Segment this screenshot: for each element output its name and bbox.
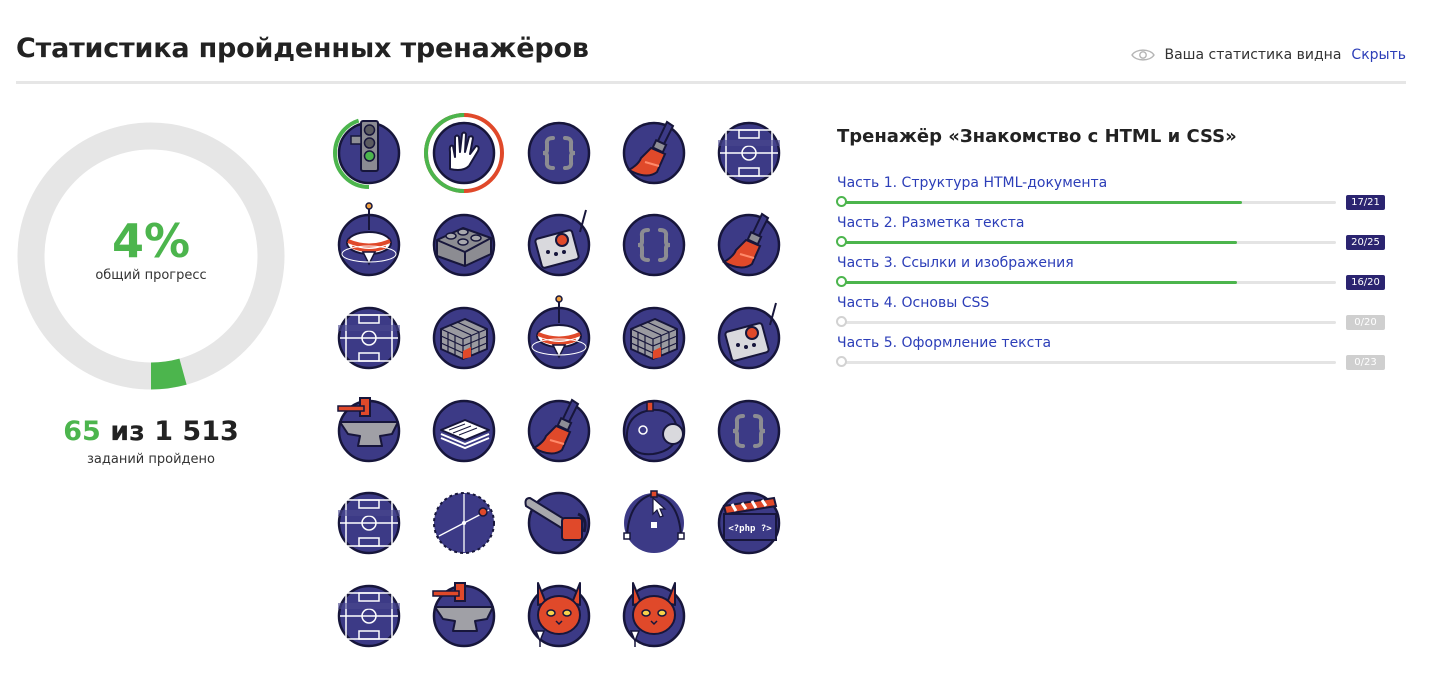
course-part-link[interactable]: Часть 5. Оформление текста	[837, 335, 1051, 351]
course-part-progress-fill	[841, 201, 1242, 204]
badge-spock-hand[interactable]	[424, 113, 504, 193]
badge-anvil-hammer[interactable]	[337, 397, 401, 463]
overall-progress-ring: 4% общий прогресс	[16, 121, 286, 391]
badge-layers-stack[interactable]	[432, 399, 496, 463]
progress-percent: 4%	[111, 213, 191, 268]
course-part-count-badge: 17/21	[1346, 195, 1385, 210]
badge-robot-box[interactable]	[527, 209, 591, 277]
badge-rubiks-cube[interactable]	[622, 306, 686, 370]
course-part-link[interactable]: Часть 2. Разметка текста	[837, 215, 1024, 231]
course-part: Часть 2. Разметка текста 20/25	[836, 215, 1385, 255]
course-part: Часть 4. Основы CSS 0/20	[836, 295, 1385, 335]
tasks-count: 65 из 1 513	[16, 416, 286, 447]
course-part-progress-bar	[841, 321, 1336, 324]
badge-football-field[interactable]	[337, 584, 401, 648]
course-part-progress-dot	[836, 196, 847, 207]
badge-paint-brush[interactable]	[717, 212, 781, 277]
tasks-total: 1 513	[154, 416, 239, 447]
course-part-progress-dot	[836, 276, 847, 287]
page-header: Статистика пройденных тренажёров Ваша ст…	[16, 0, 1406, 84]
badge-football-field[interactable]	[717, 121, 781, 185]
course-part-progress-fill	[841, 281, 1237, 284]
badge-lego-brick[interactable]	[432, 213, 496, 277]
badge-curly-braces[interactable]	[717, 399, 781, 463]
course-part-progress-fill	[841, 241, 1237, 244]
course-part-count-badge: 0/20	[1346, 315, 1385, 330]
badge-cat-mascot[interactable]	[622, 582, 686, 648]
badge-curly-braces[interactable]	[527, 121, 591, 185]
course-title: Тренажёр «Знакомство с HTML и CSS»	[837, 126, 1237, 147]
badge-bathyscaphe[interactable]	[622, 399, 686, 463]
course-part: Часть 5. Оформление текста 0/23	[836, 335, 1385, 375]
course-detail: Тренажёр «Знакомство с HTML и CSS» Часть…	[836, 126, 1385, 375]
course-part-count-badge: 20/25	[1346, 235, 1385, 250]
eye-icon	[1130, 49, 1155, 61]
course-part-progress-bar	[841, 281, 1336, 284]
tasks-separator: из	[110, 416, 145, 447]
hide-stats-link[interactable]: Скрыть	[1351, 47, 1406, 63]
course-part-progress-bar	[841, 241, 1336, 244]
course-part: Часть 1. Структура HTML-документа 17/21	[836, 175, 1385, 215]
tasks-completed: 65	[63, 416, 101, 447]
course-part-progress-dot	[836, 356, 847, 367]
progress-percent-label: общий прогресс	[95, 267, 207, 283]
course-part-link[interactable]: Часть 3. Ссылки и изображения	[837, 255, 1074, 271]
course-part-link[interactable]: Часть 1. Структура HTML-документа	[837, 175, 1107, 191]
badge-php-clapperboard[interactable]: <?php ?>	[717, 491, 781, 555]
badge-football-field[interactable]	[337, 306, 401, 370]
badge-traffic-light[interactable]	[329, 113, 409, 193]
page-title: Статистика пройденных тренажёров	[16, 33, 589, 64]
course-part-progress-bar	[841, 361, 1336, 364]
course-parts-list: Часть 1. Структура HTML-документа 17/21 …	[836, 175, 1385, 375]
visibility-text: Ваша статистика видна	[1164, 47, 1342, 63]
course-part-link[interactable]: Часть 4. Основы CSS	[837, 295, 989, 311]
visibility-status: Ваша статистика видна Скрыть	[1130, 47, 1406, 63]
course-part-progress-dot	[836, 236, 847, 247]
badge-football-field[interactable]	[337, 491, 401, 555]
tasks-count-label: заданий пройдено	[87, 452, 215, 467]
badge-cat-mascot[interactable]	[527, 582, 591, 648]
badge-paint-brush[interactable]	[527, 398, 591, 463]
php-clapperboard-icon: <?php ?>	[722, 496, 778, 541]
course-part-progress-bar	[841, 201, 1336, 204]
badge-bezier-cursor[interactable]	[623, 490, 685, 554]
badge-chainsaw[interactable]	[524, 491, 591, 555]
badge-orbit-globe[interactable]	[433, 492, 495, 554]
badge-curly-braces[interactable]	[622, 213, 686, 277]
badge-anvil-hammer[interactable]	[432, 582, 496, 648]
badge-code-text: <?php ?>	[728, 524, 772, 534]
badge-spinning-top[interactable]	[337, 202, 401, 277]
ring-center: 4% общий прогресс	[16, 121, 286, 391]
course-part-count-badge: 16/20	[1346, 275, 1385, 290]
course-part-progress-dot	[836, 316, 847, 327]
course-part: Часть 3. Ссылки и изображения 16/20	[836, 255, 1385, 295]
course-part-count-badge: 0/23	[1346, 355, 1385, 370]
badge-paint-brush[interactable]	[622, 120, 686, 185]
badge-rubiks-cube[interactable]	[432, 306, 496, 370]
badge-robot-box[interactable]	[717, 302, 781, 370]
badge-spinning-top[interactable]	[527, 295, 591, 370]
